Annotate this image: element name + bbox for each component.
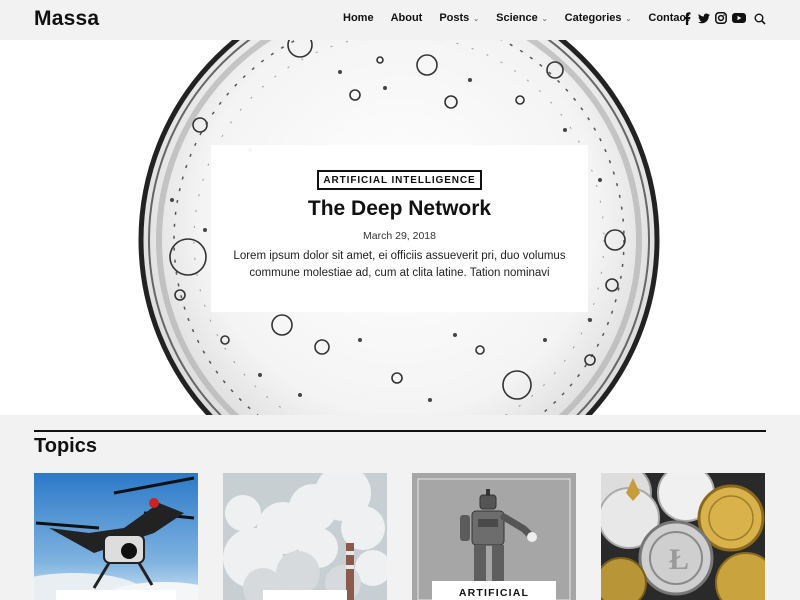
nav-item-posts[interactable]: Posts ⌄	[439, 12, 479, 24]
drone-image	[34, 473, 198, 600]
featured-post[interactable]: ARTIFICIAL INTELLIGENCE The Deep Network…	[0, 40, 800, 415]
nav-item-label: Posts	[439, 12, 470, 24]
search-icon[interactable]	[754, 12, 766, 30]
nav-item-label: About	[390, 12, 423, 24]
topic-card-smokestack[interactable]	[223, 473, 387, 600]
nav-item-science[interactable]: Science ⌄	[496, 12, 547, 24]
nav-item-label: Science	[496, 12, 538, 24]
topic-card-coins[interactable]: Ł	[601, 473, 765, 600]
topic-card-label	[263, 590, 347, 600]
topic-card-label: ARTIFICIAL	[432, 581, 556, 600]
nav-item-categories[interactable]: Categories ⌄	[565, 12, 632, 24]
nav-item-about[interactable]: About	[391, 12, 423, 24]
twitter-icon[interactable]	[698, 11, 710, 25]
topic-card-drone[interactable]	[34, 473, 198, 600]
smokestack-image	[223, 473, 387, 600]
main-nav: Home About Posts ⌄ Science ⌄ Categories ⌄ C…	[343, 12, 706, 24]
svg-text:Ł: Ł	[669, 543, 689, 576]
chevron-down-icon: ⌄	[625, 16, 632, 23]
coins-image: Ł	[601, 473, 765, 600]
section-title: Topics	[34, 435, 97, 457]
featured-post-card: ARTIFICIAL INTELLIGENCE The Deep Network…	[211, 145, 588, 312]
topic-card-robot[interactable]: ARTIFICIAL	[412, 473, 576, 600]
chevron-down-icon: ⌄	[473, 16, 480, 23]
facebook-icon[interactable]	[681, 11, 693, 25]
youtube-icon[interactable]	[732, 11, 746, 25]
nav-item-label: Home	[343, 12, 374, 24]
section-divider	[34, 430, 766, 432]
site-header: Massa Home About Posts ⌄ Science ⌄ Categor…	[0, 0, 800, 40]
nav-item-label: Categories	[564, 12, 622, 24]
site-logo[interactable]: Massa	[34, 7, 99, 31]
social-links	[681, 11, 751, 25]
nav-item-home[interactable]: Home	[343, 12, 374, 24]
category-badge[interactable]: ARTIFICIAL INTELLIGENCE	[317, 170, 482, 190]
chevron-down-icon: ⌄	[541, 16, 548, 23]
featured-post-title[interactable]: The Deep Network	[211, 197, 588, 221]
instagram-icon[interactable]	[715, 11, 727, 25]
post-date: March 29, 2018	[363, 230, 436, 242]
post-excerpt: Lorem ipsum dolor sit amet, ei officiis …	[233, 250, 566, 279]
topic-card-label	[56, 590, 176, 600]
